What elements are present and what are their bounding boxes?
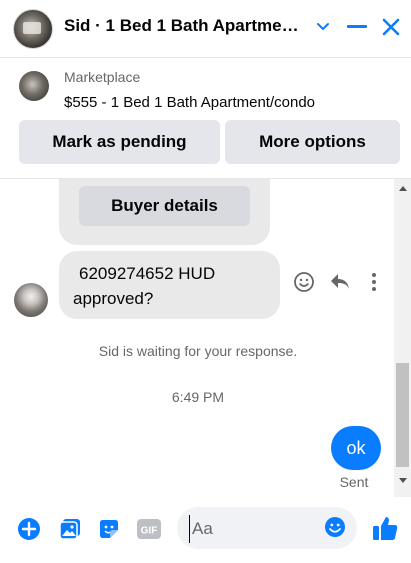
- scrollbar-thumb[interactable]: [396, 363, 409, 467]
- message-composer: GIF: [0, 497, 411, 563]
- incoming-message-line-2: approved?: [73, 289, 154, 308]
- reply-icon[interactable]: [328, 270, 352, 294]
- photo-icon[interactable]: [56, 515, 84, 543]
- sent-status: Sent: [339, 474, 369, 490]
- marketplace-listing: Marketplace $555 - 1 Bed 1 Bath Apartmen…: [0, 58, 411, 179]
- minimize-icon[interactable]: [346, 14, 368, 40]
- incoming-message: 6209274652 HUD approved?: [59, 251, 280, 319]
- outgoing-message: ok: [331, 426, 381, 470]
- waiting-notice: Sid is waiting for your response.: [98, 343, 298, 359]
- chat-window: Sid · 1 Bed 1 Bath Apartme… Marketplace …: [0, 0, 411, 563]
- more-options-button[interactable]: More options: [225, 120, 400, 164]
- message-scrollbar[interactable]: [394, 179, 411, 497]
- message-input[interactable]: [189, 515, 324, 543]
- smiley-icon[interactable]: [292, 270, 316, 294]
- incoming-message-line-1: 6209274652 HUD: [79, 264, 216, 283]
- emoji-icon[interactable]: [323, 515, 347, 539]
- message-timestamp: 6:49 PM: [171, 389, 225, 405]
- close-icon[interactable]: [380, 14, 402, 40]
- scroll-up-arrow-icon[interactable]: [394, 179, 411, 196]
- gif-icon[interactable]: GIF: [135, 515, 163, 543]
- listing-thumbnail[interactable]: [19, 71, 49, 101]
- more-vertical-icon[interactable]: [362, 270, 386, 294]
- plus-circle-icon[interactable]: [15, 515, 43, 543]
- chevron-down-icon[interactable]: [313, 15, 333, 39]
- message-list: Buyer details 6209274652 HUD approved? S…: [0, 179, 411, 497]
- mark-as-pending-button[interactable]: Mark as pending: [19, 120, 220, 164]
- svg-text:GIF: GIF: [141, 526, 158, 537]
- chat-title[interactable]: Sid · 1 Bed 1 Bath Apartme…: [64, 16, 304, 36]
- thumbs-up-icon[interactable]: [370, 513, 400, 543]
- scroll-down-arrow-icon[interactable]: [394, 472, 411, 489]
- contact-avatar[interactable]: [13, 9, 53, 49]
- listing-source: Marketplace: [64, 69, 141, 85]
- listing-title[interactable]: $555 - 1 Bed 1 Bath Apartment/condo: [64, 94, 315, 111]
- sender-avatar[interactable]: [14, 283, 48, 317]
- chat-header: Sid · 1 Bed 1 Bath Apartme…: [0, 0, 411, 58]
- buyer-details-button[interactable]: Buyer details: [79, 186, 250, 226]
- sticker-icon[interactable]: [95, 515, 123, 543]
